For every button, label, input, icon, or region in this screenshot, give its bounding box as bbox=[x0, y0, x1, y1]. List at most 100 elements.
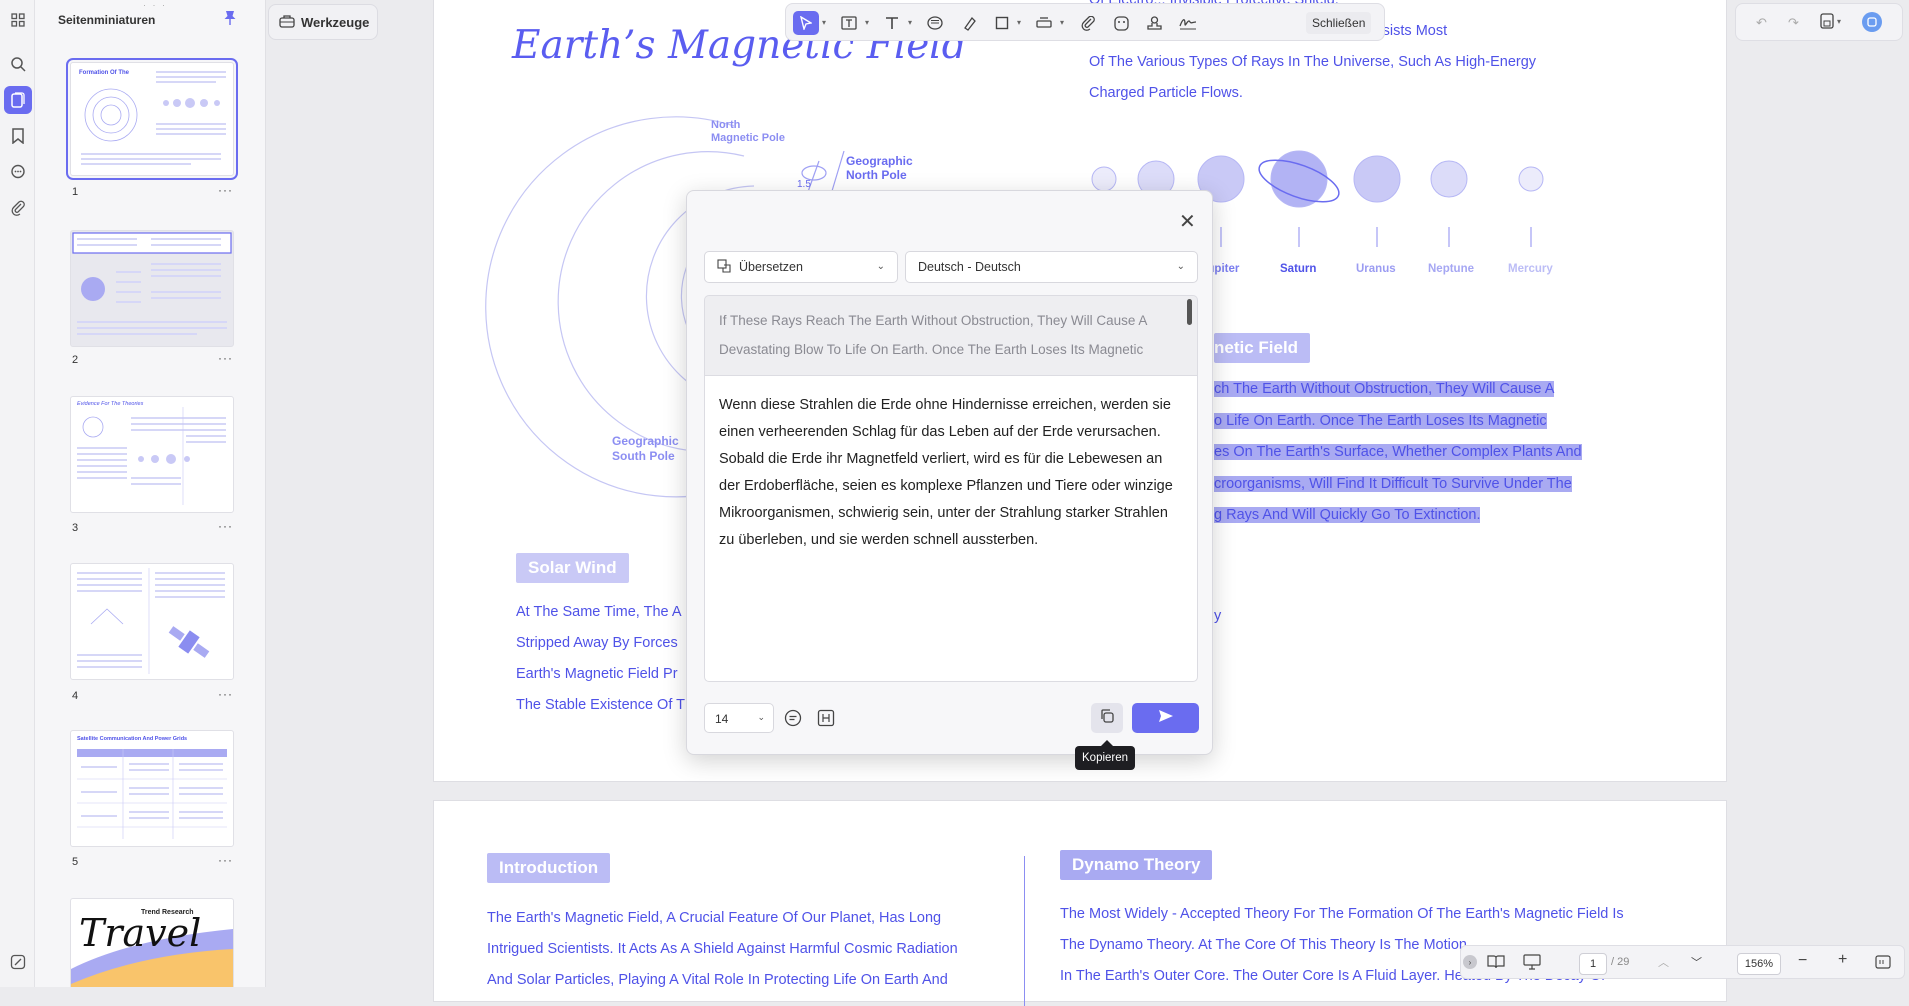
planet-label-mercury: Mercury bbox=[1508, 263, 1553, 275]
presentation-icon[interactable] bbox=[1523, 954, 1541, 975]
highlighted-line: croorganisms, Will Find It Difficult To … bbox=[1214, 475, 1572, 492]
thumbnail-more-button[interactable]: ··· bbox=[218, 351, 233, 365]
thumbnail-more-button[interactable]: ··· bbox=[218, 183, 233, 197]
close-icon[interactable]: ✕ bbox=[1179, 209, 1196, 234]
comments-icon[interactable] bbox=[4, 158, 32, 186]
chevron-down-icon[interactable]: ▾ bbox=[822, 18, 830, 27]
signature-stamp-icon[interactable] bbox=[1141, 11, 1167, 35]
chevron-down-icon[interactable]: ▾ bbox=[1060, 18, 1068, 27]
thumbnail-page-5[interactable]: Satellite Communication And Power Grids bbox=[70, 730, 234, 847]
sticker-tool-icon[interactable] bbox=[1108, 11, 1134, 35]
chevron-down-icon[interactable]: ▾ bbox=[865, 18, 873, 27]
section-tag-solar-wind: Solar Wind bbox=[516, 553, 629, 583]
signature-tool-icon[interactable] bbox=[1175, 11, 1201, 35]
undo-icon[interactable]: ↶ bbox=[1756, 15, 1767, 31]
pages-icon[interactable] bbox=[4, 86, 32, 114]
bottom-tools-icon[interactable] bbox=[4, 948, 32, 976]
angle-label: 1.5 bbox=[797, 179, 811, 190]
text-line: At The Same Time, The A bbox=[516, 604, 682, 620]
thumbnail-number: 2 bbox=[72, 354, 79, 366]
thumbnail-more-button[interactable]: ··· bbox=[218, 519, 233, 533]
translation-output[interactable]: Wenn diese Strahlen die Erde ohne Hinder… bbox=[704, 375, 1198, 682]
stamp-tool-icon[interactable] bbox=[1031, 11, 1057, 35]
highlighted-line: o Life On Earth. Once The Earth Loses It… bbox=[1214, 412, 1547, 429]
pin-icon[interactable] bbox=[223, 10, 237, 31]
thumbnail-page-6[interactable]: Travel Trend Research bbox=[70, 898, 234, 987]
apps-grid-icon[interactable] bbox=[4, 6, 32, 34]
comment-tool-icon[interactable] bbox=[922, 11, 948, 35]
planet-label-saturn: Saturn bbox=[1280, 263, 1317, 275]
attach-tool-icon[interactable] bbox=[1075, 11, 1101, 35]
search-icon[interactable] bbox=[4, 50, 32, 78]
select-tool-icon[interactable] bbox=[793, 11, 819, 35]
font-size-select[interactable]: 14 ⌄ bbox=[704, 703, 774, 733]
thumbnail-more-button[interactable]: ··· bbox=[218, 687, 233, 701]
geographic-south-pole-label: Geographic South Pole bbox=[612, 434, 679, 463]
mode-select[interactable]: Übersetzen ⌄ bbox=[704, 251, 898, 283]
thumbnail-number: 5 bbox=[72, 856, 79, 868]
text-line: Earth's Magnetic Field Pr bbox=[516, 666, 678, 682]
chevron-down-icon[interactable]: ▾ bbox=[908, 18, 916, 27]
chevron-down-icon: ⌄ bbox=[876, 261, 885, 272]
right-top-controls: ↶ ↷ ▾ bbox=[1735, 3, 1903, 41]
page-number-input[interactable]: 1 bbox=[1579, 953, 1607, 975]
collapse-icon[interactable]: › bbox=[1463, 955, 1477, 969]
highlighter-tool-icon[interactable] bbox=[956, 11, 982, 35]
insert-icon[interactable] bbox=[817, 709, 835, 732]
thumbnail-page-2[interactable] bbox=[70, 230, 234, 347]
language-select-value: Deutsch - Deutsch bbox=[918, 260, 1021, 274]
bottom-status-bar: › 1 / 29 ︿ ﹀ 156% − + bbox=[1460, 945, 1905, 979]
toolbox-icon bbox=[279, 14, 295, 31]
translate-dialog: ✕ Übersetzen ⌄ Deutsch - Deutsch ⌄ If Th… bbox=[686, 190, 1213, 755]
highlighted-paragraph[interactable]: ch The Earth Without Obstruction, They W… bbox=[1214, 374, 1582, 532]
thumbnail-more-button[interactable]: ··· bbox=[218, 853, 233, 867]
send-button[interactable] bbox=[1132, 703, 1199, 733]
language-select[interactable]: Deutsch - Deutsch ⌄ bbox=[905, 251, 1198, 283]
text-box-tool-icon[interactable] bbox=[836, 11, 862, 35]
text-line: The Earth's Magnetic Field, A Crucial Fe… bbox=[487, 910, 942, 926]
attachment-icon[interactable] bbox=[4, 194, 32, 222]
text-line: And Solar Particles, Playing A Vital Rol… bbox=[487, 972, 948, 988]
thumbnail-page-4[interactable] bbox=[70, 563, 234, 680]
bookmark-icon[interactable] bbox=[4, 122, 32, 150]
planet-label-uranus: Uranus bbox=[1356, 263, 1396, 275]
source-text[interactable]: If These Rays Reach The Earth Without Ob… bbox=[704, 295, 1198, 375]
thumbnail-number: 4 bbox=[72, 690, 79, 702]
tools-button[interactable]: Werkzeuge bbox=[268, 4, 378, 40]
copy-button[interactable] bbox=[1091, 703, 1123, 733]
zoom-in-icon[interactable]: + bbox=[1838, 951, 1847, 969]
explain-icon[interactable] bbox=[784, 709, 802, 732]
text-line: Charged Particle Flows. bbox=[1089, 85, 1243, 101]
highlighted-line: g Rays And Will Quickly Go To Extinction… bbox=[1214, 507, 1481, 523]
planet-label-neptune: Neptune bbox=[1428, 263, 1474, 275]
text-line: Intrigued Scientists. It Acts As A Shiel… bbox=[487, 941, 958, 957]
source-scrollbar[interactable] bbox=[1187, 299, 1192, 325]
zoom-level[interactable]: 156% bbox=[1737, 953, 1781, 975]
chevron-down-icon[interactable]: ▾ bbox=[1837, 17, 1841, 26]
save-icon[interactable] bbox=[1820, 13, 1834, 34]
next-page-icon[interactable]: ﹀ bbox=[1691, 954, 1702, 970]
thumbnail-title: Travel bbox=[79, 911, 202, 955]
thumbnail-page-3[interactable]: Evidence For The Theories bbox=[70, 396, 234, 513]
chevron-down-icon: ⌄ bbox=[757, 712, 765, 722]
text-tool-icon[interactable] bbox=[879, 11, 905, 35]
drag-handle[interactable]: · · · bbox=[143, 0, 167, 10]
zoom-out-icon[interactable]: − bbox=[1798, 952, 1807, 970]
ai-assistant-icon[interactable] bbox=[1862, 12, 1882, 32]
fit-page-icon[interactable] bbox=[1875, 955, 1891, 974]
north-magnetic-pole-label: North Magnetic Pole bbox=[711, 119, 785, 144]
close-toolbar-button[interactable]: Schließen bbox=[1306, 12, 1372, 34]
text-line: Of The Various Types Of Rays In The Univ… bbox=[1089, 54, 1537, 70]
thumbnail-panel: · · · Seitenminiaturen Formation Of The … bbox=[35, 0, 266, 987]
section-tag-introduction: Introduction bbox=[487, 853, 611, 883]
chevron-down-icon[interactable]: ▾ bbox=[1017, 18, 1025, 27]
translate-icon bbox=[717, 258, 731, 276]
shape-tool-icon[interactable] bbox=[989, 11, 1015, 35]
previous-page-icon[interactable]: ︿ bbox=[1658, 954, 1669, 970]
reading-mode-icon[interactable] bbox=[1487, 954, 1505, 975]
text-fragment: y bbox=[1214, 608, 1222, 624]
redo-icon[interactable]: ↷ bbox=[1788, 15, 1799, 31]
annotation-toolbar: ▾ ▾ ▾ ▾ ▾ Schließen bbox=[785, 3, 1385, 41]
thumbnail-page-1[interactable]: Formation Of The bbox=[66, 58, 238, 180]
geographic-north-pole-label: Geographic North Pole bbox=[846, 154, 913, 182]
